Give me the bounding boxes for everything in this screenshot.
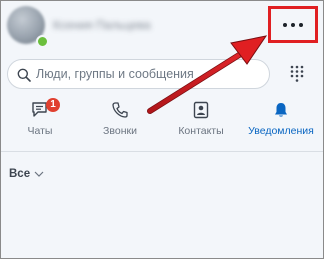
filter-label: Все — [9, 168, 31, 180]
filter-dropdown[interactable]: Все — [9, 166, 44, 182]
tab-notifications[interactable]: Уведомления — [245, 95, 317, 147]
tab-notifications-label: Уведомления — [248, 125, 314, 137]
dialpad-button[interactable] — [281, 59, 313, 89]
tab-contacts[interactable]: Контакты — [173, 95, 229, 147]
search-icon — [17, 68, 31, 82]
main-tabs: 1 Чаты Звонки Контакты Уведомления — [1, 95, 323, 147]
search-input[interactable] — [36, 66, 261, 82]
more-options-button[interactable] — [271, 9, 315, 40]
tab-chats-label: Чаты — [27, 125, 53, 137]
tab-contacts-label: Контакты — [178, 125, 224, 137]
dialpad-icon — [290, 65, 304, 82]
phone-icon — [112, 102, 128, 118]
divider — [1, 151, 323, 152]
user-name: Ксения Пальцева — [53, 18, 151, 32]
app-window: Ксения Пальцева Люди, группы и сообщения… — [0, 0, 324, 259]
ellipsis-icon — [283, 22, 303, 27]
contacts-icon — [193, 101, 209, 119]
chevron-down-icon — [34, 171, 44, 177]
tab-calls-label: Звонки — [103, 125, 137, 137]
bell-icon — [275, 103, 287, 117]
presence-status-icon — [36, 35, 49, 48]
search-box[interactable] — [7, 59, 270, 89]
profile-header: Ксения Пальцева — [1, 1, 323, 53]
unread-badge: 1 — [46, 98, 60, 112]
tab-chats[interactable]: 1 Чаты — [15, 95, 65, 147]
tab-calls[interactable]: Звонки — [95, 95, 145, 147]
